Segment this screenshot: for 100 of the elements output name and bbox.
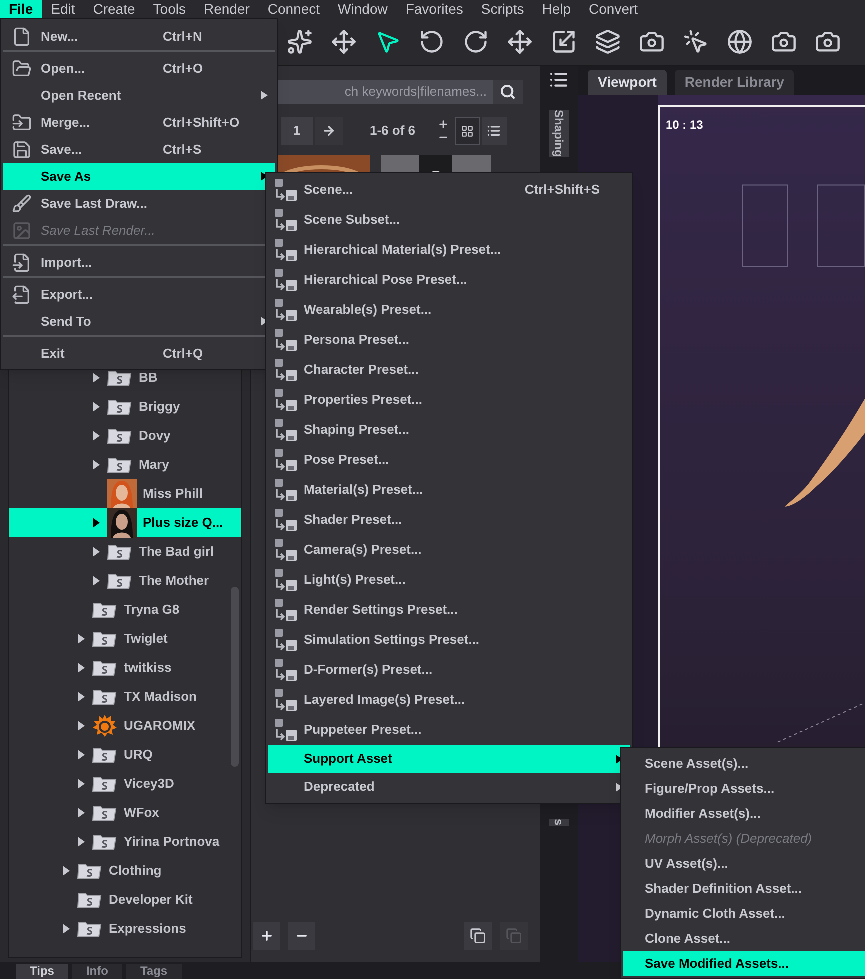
expand-arrow-icon[interactable] <box>62 924 70 934</box>
add-button[interactable] <box>253 922 280 950</box>
menu-item[interactable]: Pose Preset... <box>268 445 630 475</box>
tree-item[interactable]: URQ <box>9 740 241 769</box>
copy-button[interactable] <box>464 922 492 950</box>
menu-item[interactable]: Shaping Preset... <box>268 415 630 445</box>
scrollbar-thumb[interactable] <box>231 587 239 767</box>
menu-item[interactable]: Open... Ctrl+O <box>3 50 275 82</box>
tree-item[interactable]: Developer Kit <box>9 885 241 914</box>
page-number[interactable]: 1 <box>281 117 313 145</box>
menu-item[interactable]: Simulation Settings Preset... <box>268 625 630 655</box>
tree-item[interactable]: Dovy <box>9 421 241 450</box>
menu-bar-item[interactable]: Render <box>194 0 259 18</box>
tree-item[interactable]: The Mother <box>9 566 241 595</box>
expand-arrow-icon[interactable] <box>92 576 100 586</box>
bottom-tab[interactable]: Info <box>72 964 122 979</box>
menu-bar-item[interactable]: Window <box>329 0 397 18</box>
tree-item[interactable]: Vicey3D <box>9 769 241 798</box>
tree-item[interactable]: Tryna G8 <box>9 595 241 624</box>
folder-icon <box>92 600 118 618</box>
menu-bar-item[interactable]: Help <box>533 0 580 18</box>
menu-item[interactable]: Merge... Ctrl+Shift+O <box>3 109 275 136</box>
bottom-tab[interactable]: Tips <box>16 964 68 979</box>
menu-item[interactable]: Light(s) Preset... <box>268 565 630 595</box>
expand-arrow-icon[interactable] <box>78 778 84 788</box>
expand-arrow-icon[interactable] <box>78 634 84 644</box>
expand-arrow-icon[interactable] <box>78 692 84 702</box>
remove-button[interactable] <box>288 922 315 950</box>
menu-item[interactable]: Render Settings Preset... <box>268 595 630 625</box>
expand-arrow-icon[interactable] <box>62 866 70 876</box>
tree-item[interactable]: Clothing <box>9 856 241 885</box>
menu-item[interactable]: Layered Image(s) Preset... <box>268 685 630 715</box>
tree-item[interactable]: TX Madison <box>9 682 241 711</box>
tree-item[interactable]: WFox <box>9 798 241 827</box>
menu-item[interactable]: Puppeteer Preset... <box>268 715 630 745</box>
expand-arrow-icon[interactable] <box>92 460 100 470</box>
tree-item[interactable]: Expressions <box>9 914 241 943</box>
expand-arrow-icon[interactable] <box>92 518 100 528</box>
menu-item[interactable]: Clone Asset... <box>623 926 865 951</box>
menu-bar-item[interactable]: File <box>0 0 42 18</box>
tree-item[interactable]: Briggy <box>9 392 241 421</box>
expand-arrow-icon[interactable] <box>78 836 84 846</box>
side-tab[interactable]: s <box>549 819 569 826</box>
menu-bar-item[interactable]: Convert <box>580 0 648 18</box>
menu-item[interactable]: Shader Preset... <box>268 505 630 535</box>
expand-arrow-icon[interactable] <box>78 808 84 818</box>
tree-item[interactable]: Miss Phill <box>9 479 241 508</box>
expand-arrow-icon[interactable] <box>78 750 84 760</box>
panel-menu-icon[interactable] <box>549 70 569 90</box>
scale-icon <box>551 28 577 54</box>
expand-arrow-icon[interactable] <box>92 372 100 382</box>
tree-item[interactable]: Plus size Q... <box>9 508 241 537</box>
expand-arrow-icon[interactable] <box>92 546 100 556</box>
plus-icon[interactable] <box>438 119 449 130</box>
bottom-tab[interactable]: Tags <box>126 964 182 979</box>
menu-bar-item[interactable]: Scripts <box>472 0 534 18</box>
expand-arrow-icon[interactable] <box>92 402 100 412</box>
menu-bar-item[interactable]: Favorites <box>396 0 472 18</box>
search-button[interactable] <box>493 80 523 104</box>
folder-icon <box>92 688 118 706</box>
expand-arrow-icon[interactable] <box>78 720 84 730</box>
next-page-button[interactable] <box>315 117 343 145</box>
menu-item[interactable]: D-Former(s) Preset... <box>268 655 630 685</box>
menu-item[interactable]: Shader Definition Asset... <box>623 876 865 901</box>
list-view-button[interactable] <box>482 117 507 145</box>
menu-item[interactable]: Camera(s) Preset... <box>268 535 630 565</box>
grid-view-button[interactable] <box>454 117 480 145</box>
side-tab[interactable]: Shaping <box>549 110 569 158</box>
menu-bar-item[interactable]: Create <box>84 0 144 18</box>
menu-item[interactable]: Modifier Asset(s)... <box>623 801 865 826</box>
viewport-tab[interactable]: Viewport <box>588 70 667 95</box>
tree-item[interactable]: twitkiss <box>9 653 241 682</box>
menu-item[interactable]: Dynamic Cloth Asset... <box>623 901 865 926</box>
menu-item[interactable]: New... Ctrl+N <box>3 23 275 50</box>
tree-item[interactable]: Twiglet <box>9 624 241 653</box>
tree-item[interactable]: The Bad girl <box>9 537 241 566</box>
menu-item[interactable]: UV Asset(s)... <box>623 851 865 876</box>
menu-item[interactable]: Material(s) Preset... <box>268 475 630 505</box>
tree-item[interactable]: Yirina Portnova <box>9 827 241 856</box>
folder-icon <box>107 572 133 590</box>
menu-item[interactable]: Scene Subset... <box>268 205 630 235</box>
copy-icon <box>470 928 486 944</box>
grid-icon <box>460 124 474 138</box>
expand-arrow-icon[interactable] <box>78 662 84 672</box>
expand-arrow-icon[interactable] <box>92 430 100 440</box>
menu-item[interactable]: Save... Ctrl+S <box>3 136 275 163</box>
menu-bar-item[interactable]: Connect <box>258 0 330 18</box>
menu-bar-item[interactable]: Edit <box>42 0 84 18</box>
rotate-icon <box>419 28 445 54</box>
menu-item[interactable]: Figure/Prop Assets... <box>623 776 865 801</box>
plus-icon <box>260 929 274 943</box>
tree-item[interactable]: UGAROMIX <box>9 711 241 740</box>
menu-bar-item[interactable]: Tools <box>144 0 195 18</box>
menu-item[interactable]: Save As <box>3 163 275 190</box>
menu-item[interactable]: Support Asset <box>268 745 630 773</box>
folder-icon <box>92 832 118 850</box>
menu-item[interactable]: Properties Preset... <box>268 385 630 415</box>
tree-item[interactable]: Mary <box>9 450 241 479</box>
menu-item[interactable]: Save Modified Assets... <box>623 951 865 976</box>
viewport-tab[interactable]: Render Library <box>674 70 794 95</box>
